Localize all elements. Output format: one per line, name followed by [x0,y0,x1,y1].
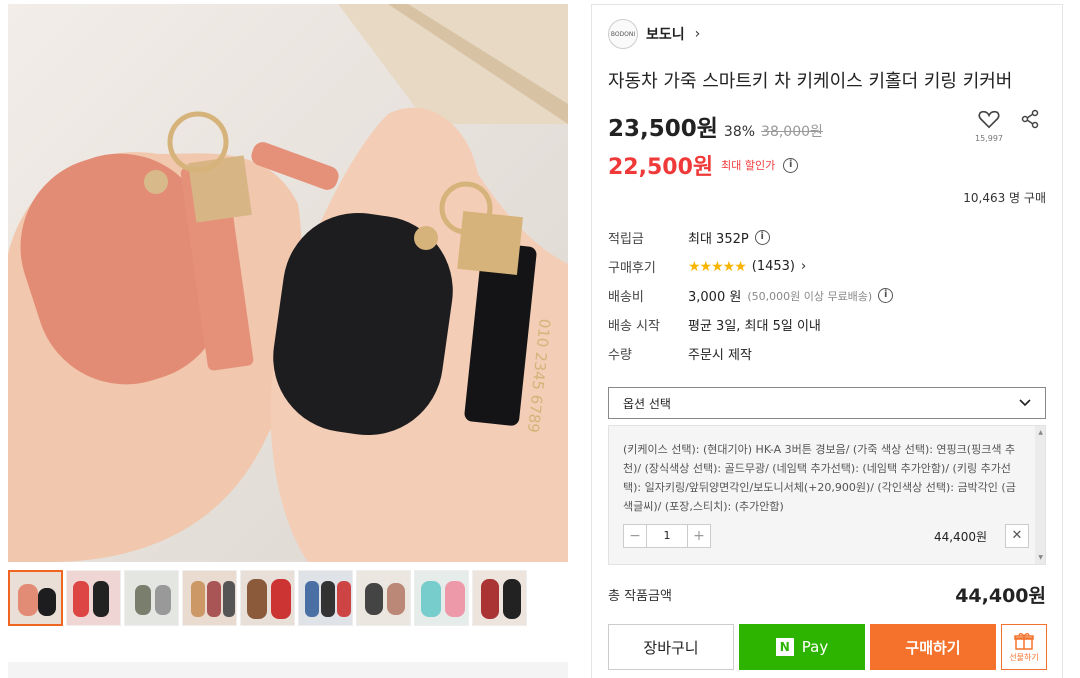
chevron-right-icon: › [694,26,701,42]
discount-percent: 38% [723,124,756,140]
thumbnail-strip [8,570,568,626]
thumbnail-3[interactable] [124,570,179,626]
thumbnail-5[interactable] [240,570,295,626]
scroll-up-icon[interactable]: ▲ [1038,429,1043,436]
total-value: 44,400원 [955,585,1046,607]
thumbnail-8[interactable] [414,570,469,626]
product-page: 010 2345 6789 BODONI 보도니 › 자동차 가죽 스마트키 차… [0,0,1080,678]
star-rating: ★★★★★ [688,258,747,275]
gift-icon [1014,632,1034,650]
main-product-image[interactable]: 010 2345 6789 [8,4,568,562]
chevron-right-icon: › [801,259,807,274]
info-icon[interactable]: i [878,288,894,303]
total-label: 총 작품금액 [608,589,672,604]
option-select-label: 옵션 선택 [623,396,671,411]
option-scrollbar[interactable]: ▲ ▼ [1035,426,1045,564]
store-logo: BODONI [608,19,638,49]
points-value: 최대 352P [688,232,749,247]
selected-option-box: (키케이스 선택): (현대기아) HK-A 3버튼 경보음/ (가죽 색상 선… [608,425,1046,565]
add-to-cart-button[interactable]: 장바구니 [608,624,734,670]
thumbnail-4[interactable] [182,570,237,626]
spec-reviews[interactable]: 구매후기 ★★★★★ (1453) › [608,252,1048,281]
sale-price-row: 22,500원 최대 할인가 i [608,149,799,181]
npay-label: Pay [801,638,829,656]
share-button[interactable] [1020,109,1040,133]
review-count: (1453) [751,259,795,274]
action-buttons: 장바구니 N Pay 구매하기 선물하기 [608,624,1047,670]
quantity-minus-button[interactable]: − [624,525,646,547]
remove-option-button[interactable]: ✕ [1005,524,1029,548]
store-name: 보도니 [646,27,685,43]
spec-list: 적립금 최대 352P i 구매후기 ★★★★★ (1453) › 배송비 3,000… [608,223,1048,368]
sale-note: 최대 할인가 [721,159,776,172]
review-label: 구매후기 [608,261,656,276]
ship-start-value: 평균 3일, 최대 5일 이내 [688,319,821,334]
spec-quantity: 수량 주문시 제작 [608,339,1048,368]
product-info-panel: BODONI 보도니 › 자동차 가죽 스마트키 차 키케이스 키홀더 키링 키… [591,4,1063,678]
share-icon [1021,109,1039,129]
spec-ship-start: 배송 시작 평균 3일, 최대 5일 이내 [608,310,1048,339]
qty-value: 주문시 제작 [688,348,752,363]
quantity-stepper: − 1 + [623,524,711,548]
shipping-note: (50,000원 이상 무료배송) [747,289,873,303]
product-title: 자동차 가죽 스마트키 차 키케이스 키홀더 키링 키커버 [608,71,1013,92]
store-link[interactable]: BODONI 보도니 › [608,19,700,49]
image-bottom-strip [8,662,568,678]
quantity-plus-button[interactable]: + [688,525,710,547]
ship-start-label: 배송 시작 [608,319,660,334]
points-label: 적립금 [608,232,644,247]
original-price: 38,000원 [761,124,823,140]
shipping-value: 3,000 원 [688,290,742,305]
total-row: 총 작품금액 44,400원 [608,581,1046,608]
gift-button[interactable]: 선물하기 [1001,624,1047,670]
quantity-input[interactable]: 1 [646,525,688,547]
gift-label: 선물하기 [1009,652,1039,662]
scroll-down-icon[interactable]: ▼ [1038,554,1043,561]
buyer-count: 10,463 명 구매 [963,191,1046,205]
thumbnail-9[interactable] [472,570,527,626]
npay-logo-icon: N [775,638,794,656]
buy-now-button[interactable]: 구매하기 [870,624,996,670]
info-icon[interactable]: i [754,230,770,245]
product-photo-graphic: 010 2345 6789 [8,4,568,562]
qty-label: 수량 [608,348,632,363]
sale-price: 22,500원 [608,155,714,180]
thumbnail-1[interactable] [8,570,63,626]
heart-icon [978,110,1000,129]
thumbnail-6[interactable] [298,570,353,626]
option-select[interactable]: 옵션 선택 [608,387,1046,419]
npay-button[interactable]: N Pay [739,624,865,670]
thumbnail-7[interactable] [356,570,411,626]
price: 23,500원 [608,116,718,142]
info-icon[interactable]: i [783,157,799,173]
option-price: 44,400원 [933,530,987,544]
spec-shipping: 배송비 3,000 원 (50,000원 이상 무료배송) i [608,281,1048,310]
shipping-label: 배송비 [608,290,644,305]
chevron-down-icon [1019,399,1031,407]
spec-points: 적립금 최대 352P i [608,223,1048,252]
selected-option-text: (키케이스 선택): (현대기아) HK-A 3버튼 경보음/ (가죽 색상 선… [623,443,1016,513]
like-button[interactable]: 15,997 [974,109,1004,143]
price-row: 23,500원 38% 38,000원 [608,109,823,143]
like-count: 15,997 [975,134,1003,143]
thumbnail-2[interactable] [66,570,121,626]
